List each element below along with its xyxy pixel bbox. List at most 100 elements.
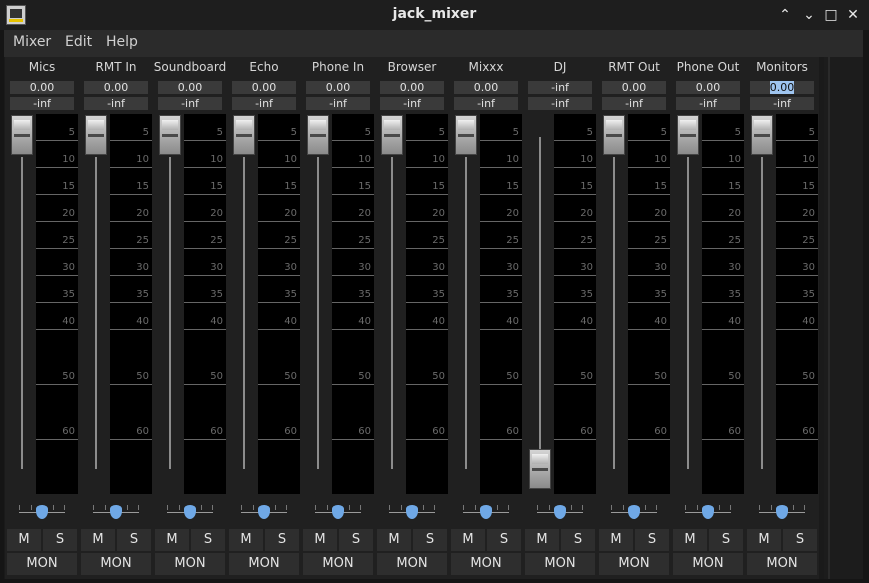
balance-slider[interactable] [93, 503, 139, 519]
gain-value-field[interactable]: 0.00 [84, 81, 148, 94]
peak-value-field[interactable]: -inf [380, 97, 444, 110]
fader-track[interactable] [687, 157, 689, 469]
solo-button[interactable]: S [191, 529, 225, 551]
gain-value-field[interactable]: 0.00 [232, 81, 296, 94]
fader-handle[interactable] [529, 449, 551, 489]
fader-track[interactable] [95, 157, 97, 469]
monitor-button[interactable]: MON [747, 553, 817, 575]
mute-button[interactable]: M [747, 529, 781, 551]
balance-handle[interactable] [776, 505, 788, 519]
mute-button[interactable]: M [377, 529, 411, 551]
peak-value-field[interactable]: -inf [676, 97, 740, 110]
monitor-button[interactable]: MON [7, 553, 77, 575]
fader-handle[interactable] [603, 115, 625, 155]
fader-track[interactable] [539, 137, 541, 487]
balance-slider[interactable] [167, 503, 213, 519]
mute-button[interactable]: M [7, 529, 41, 551]
mute-button[interactable]: M [673, 529, 707, 551]
fader-track[interactable] [21, 157, 23, 469]
gain-value-field[interactable]: 0.00 [380, 81, 444, 94]
fader-handle[interactable] [85, 115, 107, 155]
gain-value-field[interactable]: 0.00 [454, 81, 518, 94]
solo-button[interactable]: S [339, 529, 373, 551]
gain-value-field[interactable]: 0.00 [158, 81, 222, 94]
fader-handle[interactable] [307, 115, 329, 155]
fader-track[interactable] [317, 157, 319, 469]
fader-handle[interactable] [751, 115, 773, 155]
balance-handle[interactable] [184, 505, 196, 519]
solo-button[interactable]: S [487, 529, 521, 551]
fader-track[interactable] [613, 157, 615, 469]
mute-button[interactable]: M [229, 529, 263, 551]
balance-slider[interactable] [685, 503, 731, 519]
balance-slider[interactable] [315, 503, 361, 519]
peak-value-field[interactable]: -inf [10, 97, 74, 110]
mute-button[interactable]: M [599, 529, 633, 551]
close-icon[interactable]: ✕ [844, 6, 862, 24]
maximize-icon[interactable]: □ [822, 6, 840, 24]
solo-button[interactable]: S [561, 529, 595, 551]
monitor-button[interactable]: MON [451, 553, 521, 575]
balance-handle[interactable] [258, 505, 270, 519]
solo-button[interactable]: S [265, 529, 299, 551]
peak-value-field[interactable]: -inf [454, 97, 518, 110]
fader-handle[interactable] [233, 115, 255, 155]
balance-handle[interactable] [110, 505, 122, 519]
balance-slider[interactable] [241, 503, 287, 519]
monitor-button[interactable]: MON [599, 553, 669, 575]
mute-button[interactable]: M [155, 529, 189, 551]
solo-button[interactable]: S [117, 529, 151, 551]
fader-track[interactable] [169, 157, 171, 469]
fader-handle[interactable] [677, 115, 699, 155]
balance-slider[interactable] [759, 503, 805, 519]
solo-button[interactable]: S [709, 529, 743, 551]
mute-button[interactable]: M [525, 529, 559, 551]
peak-value-field[interactable]: -inf [84, 97, 148, 110]
menu-edit[interactable]: Edit [65, 34, 92, 50]
minimize-icon[interactable]: ⌃ [776, 6, 794, 24]
monitor-button[interactable]: MON [81, 553, 151, 575]
monitor-button[interactable]: MON [525, 553, 595, 575]
peak-value-field[interactable]: -inf [158, 97, 222, 110]
balance-slider[interactable] [611, 503, 657, 519]
fader-track[interactable] [761, 157, 763, 469]
fader-handle[interactable] [159, 115, 181, 155]
gain-value-field[interactable]: 0.00 [10, 81, 74, 94]
peak-value-field[interactable]: -inf [602, 97, 666, 110]
balance-handle[interactable] [36, 505, 48, 519]
gain-value-field[interactable]: 0.00 [750, 81, 814, 94]
monitor-button[interactable]: MON [155, 553, 225, 575]
restore-icon[interactable]: ⌄ [800, 6, 818, 24]
peak-value-field[interactable]: -inf [750, 97, 814, 110]
balance-handle[interactable] [628, 505, 640, 519]
gain-value-field[interactable]: 0.00 [602, 81, 666, 94]
solo-button[interactable]: S [635, 529, 669, 551]
fader-handle[interactable] [11, 115, 33, 155]
mute-button[interactable]: M [451, 529, 485, 551]
peak-value-field[interactable]: -inf [232, 97, 296, 110]
menu-help[interactable]: Help [106, 34, 138, 50]
balance-handle[interactable] [406, 505, 418, 519]
balance-handle[interactable] [554, 505, 566, 519]
mute-button[interactable]: M [303, 529, 337, 551]
balance-handle[interactable] [332, 505, 344, 519]
gain-value-field[interactable]: 0.00 [676, 81, 740, 94]
solo-button[interactable]: S [43, 529, 77, 551]
balance-slider[interactable] [463, 503, 509, 519]
solo-button[interactable]: S [783, 529, 817, 551]
balance-handle[interactable] [702, 505, 714, 519]
balance-handle[interactable] [480, 505, 492, 519]
fader-track[interactable] [243, 157, 245, 469]
gain-value-field[interactable]: -inf [528, 81, 592, 94]
peak-value-field[interactable]: -inf [528, 97, 592, 110]
menu-mixer[interactable]: Mixer [13, 34, 51, 50]
monitor-button[interactable]: MON [673, 553, 743, 575]
mute-button[interactable]: M [81, 529, 115, 551]
balance-slider[interactable] [537, 503, 583, 519]
fader-handle[interactable] [455, 115, 477, 155]
fader-handle[interactable] [381, 115, 403, 155]
fader-track[interactable] [391, 157, 393, 469]
balance-slider[interactable] [389, 503, 435, 519]
monitor-button[interactable]: MON [303, 553, 373, 575]
fader-track[interactable] [465, 157, 467, 469]
